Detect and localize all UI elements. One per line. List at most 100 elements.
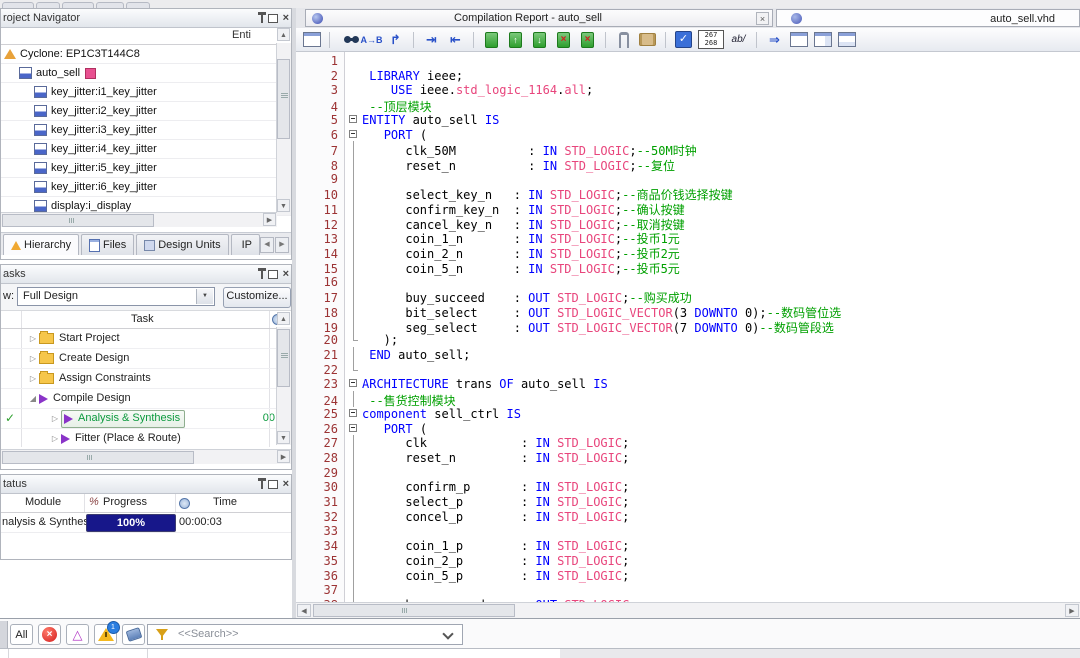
task-row[interactable]: ▷Create Design <box>1 349 291 369</box>
close-icon[interactable]: × <box>283 479 289 490</box>
float-icon[interactable] <box>268 480 278 489</box>
close-icon[interactable]: × <box>756 12 769 25</box>
line-indicator[interactable]: 267268 <box>698 30 724 49</box>
bookmark-prev-icon[interactable]: ↓ <box>530 30 549 49</box>
pane-split-icon[interactable] <box>813 30 832 49</box>
code-editor[interactable]: 12 LIBRARY ieee;3 USE ieee.std_logic_116… <box>296 52 1080 602</box>
tab-hierarchy[interactable]: Hierarchy <box>3 234 79 255</box>
expanded-arrow-icon[interactable]: ◢ <box>27 389 39 408</box>
collapsed-arrow-icon[interactable]: ▷ <box>27 329 39 348</box>
close-icon[interactable]: × <box>283 13 289 24</box>
file-options-icon[interactable] <box>302 30 321 49</box>
task-label: Assign Constraints <box>59 369 151 388</box>
checkmark-icon: ✓ <box>5 409 15 428</box>
bookmark-next-icon[interactable]: ↑ <box>506 30 525 49</box>
fold-marker[interactable] <box>346 407 362 421</box>
tab-files[interactable]: Files <box>81 234 134 255</box>
pin-icon[interactable] <box>261 15 263 23</box>
system-message-icon <box>125 627 142 642</box>
task-row[interactable]: ▷ Assign Constraints <box>1 369 291 389</box>
pane-wide-icon[interactable] <box>837 30 856 49</box>
pane-layout-icon[interactable] <box>789 30 808 49</box>
scroll-left-icon[interactable]: ◀ <box>297 604 311 617</box>
tab-design-units[interactable]: Design Units <box>136 234 228 255</box>
tree-item[interactable]: key_jitter:i2_key_jitter <box>1 102 291 121</box>
collapsed-arrow-icon[interactable]: ▷ <box>27 369 39 388</box>
tasks-vscrollbar[interactable]: ▲ ▼ <box>276 327 291 445</box>
editor-hscrollbar[interactable]: ◀ ▶ <box>296 602 1080 619</box>
comment-icon[interactable]: ab/ <box>729 30 748 49</box>
code-text: ENTITY auto_sell IS <box>362 113 499 127</box>
pin-icon[interactable] <box>261 271 263 279</box>
tree-item[interactable]: key_jitter:i5_key_jitter <box>1 159 291 178</box>
tree-item[interactable]: key_jitter:i6_key_jitter <box>1 178 291 197</box>
analyze-icon[interactable]: ⇒ <box>765 30 784 49</box>
fold-marker[interactable] <box>346 128 362 142</box>
tree-item[interactable]: auto_sell <box>1 64 291 83</box>
float-icon[interactable] <box>268 14 278 23</box>
scroll-down-icon[interactable]: ▼ <box>277 431 290 444</box>
tree-item[interactable]: Cyclone: EP1C3T144C8 <box>1 45 291 64</box>
flow-label: w: <box>3 290 14 302</box>
scroll-up-icon[interactable]: ▲ <box>277 28 290 41</box>
pin-icon[interactable] <box>261 481 263 489</box>
collapsed-arrow-icon[interactable]: ▷ <box>49 429 61 447</box>
chevron-down-icon[interactable]: ▼ <box>196 289 213 304</box>
flow-combobox[interactable]: Full Design ▼ <box>17 287 215 306</box>
fold-marker[interactable] <box>346 422 362 436</box>
editor-tab[interactable]: auto_sell.vhd <box>776 9 1080 27</box>
tasks-hscrollbar[interactable]: ▶ <box>1 449 291 464</box>
chevron-down-icon[interactable] <box>442 628 453 639</box>
customize-button[interactable]: Customize... <box>223 287 291 308</box>
collapsed-arrow-icon[interactable]: ▷ <box>27 349 39 368</box>
column-line <box>269 429 270 447</box>
message-search-box[interactable]: <<Search>> <box>147 624 463 645</box>
scroll-right-icon[interactable]: ▶ <box>263 213 276 226</box>
report-tab[interactable]: Compilation Report - auto_sell × <box>305 9 773 27</box>
fold-marker[interactable] <box>346 113 362 127</box>
syntax-check-icon[interactable]: ✓ <box>674 30 693 49</box>
tree-item[interactable]: key_jitter:i3_key_jitter <box>1 121 291 140</box>
attach-icon[interactable] <box>614 30 633 49</box>
window-tabbar: Compilation Report - auto_sell × auto_se… <box>296 8 1080 29</box>
bookmark-delete-all-icon[interactable]: × <box>578 30 597 49</box>
scroll-left-icon[interactable]: ◀ <box>260 237 274 253</box>
task-row[interactable]: ▷Fitter (Place & Route) <box>1 429 291 447</box>
find-icon[interactable] <box>338 30 357 49</box>
scroll-right-icon[interactable]: ▶ <box>277 450 290 463</box>
float-icon[interactable] <box>268 270 278 279</box>
filter-all-button[interactable]: All <box>10 624 33 645</box>
filter-critical-warnings-button[interactable]: △ <box>66 624 89 645</box>
navigator-vscrollbar[interactable]: ▲ ▼ <box>276 43 291 215</box>
scroll-down-icon[interactable]: ▼ <box>277 199 290 212</box>
column-line <box>21 329 22 348</box>
replace-icon[interactable]: A→B <box>362 30 381 49</box>
outdent-icon[interactable]: ⇤ <box>446 30 465 49</box>
fold-marker[interactable] <box>346 377 362 391</box>
tree-item[interactable]: key_jitter:i1_key_jitter <box>1 83 291 102</box>
filter-warnings-button[interactable]: 1 <box>94 624 117 645</box>
task-row[interactable]: ✓▷Analysis & Synthesis00 <box>1 409 291 429</box>
tree-item[interactable]: key_jitter:i4_key_jitter <box>1 140 291 159</box>
fold-marker <box>346 466 362 480</box>
goto-icon[interactable]: ↱ <box>386 30 405 49</box>
design-units-icon <box>144 240 155 251</box>
task-row[interactable]: ▷Start Project <box>1 329 291 349</box>
code-text: component sell_ctrl IS <box>362 407 521 421</box>
close-icon[interactable]: × <box>283 269 289 280</box>
filter-system-button[interactable] <box>122 624 145 645</box>
tab-ip[interactable]: IP <box>231 234 260 255</box>
scroll-right-icon[interactable]: ▶ <box>275 237 289 253</box>
bookmark-delete-icon[interactable]: × <box>554 30 573 49</box>
navigator-hscrollbar[interactable]: ▶ <box>1 212 277 227</box>
progress-column-label: Progress <box>103 496 147 508</box>
filter-errors-button[interactable]: × <box>38 624 61 645</box>
collapsed-arrow-icon[interactable]: ▷ <box>49 409 61 428</box>
task-row[interactable]: ◢Compile Design <box>1 389 291 409</box>
indent-icon[interactable]: ⇥ <box>422 30 441 49</box>
bookmark-toggle-icon[interactable] <box>482 30 501 49</box>
line-number: 30 <box>296 480 346 494</box>
template-icon[interactable] <box>638 30 657 49</box>
scroll-up-icon[interactable]: ▲ <box>277 312 290 325</box>
scroll-right-icon[interactable]: ▶ <box>1065 604 1079 617</box>
